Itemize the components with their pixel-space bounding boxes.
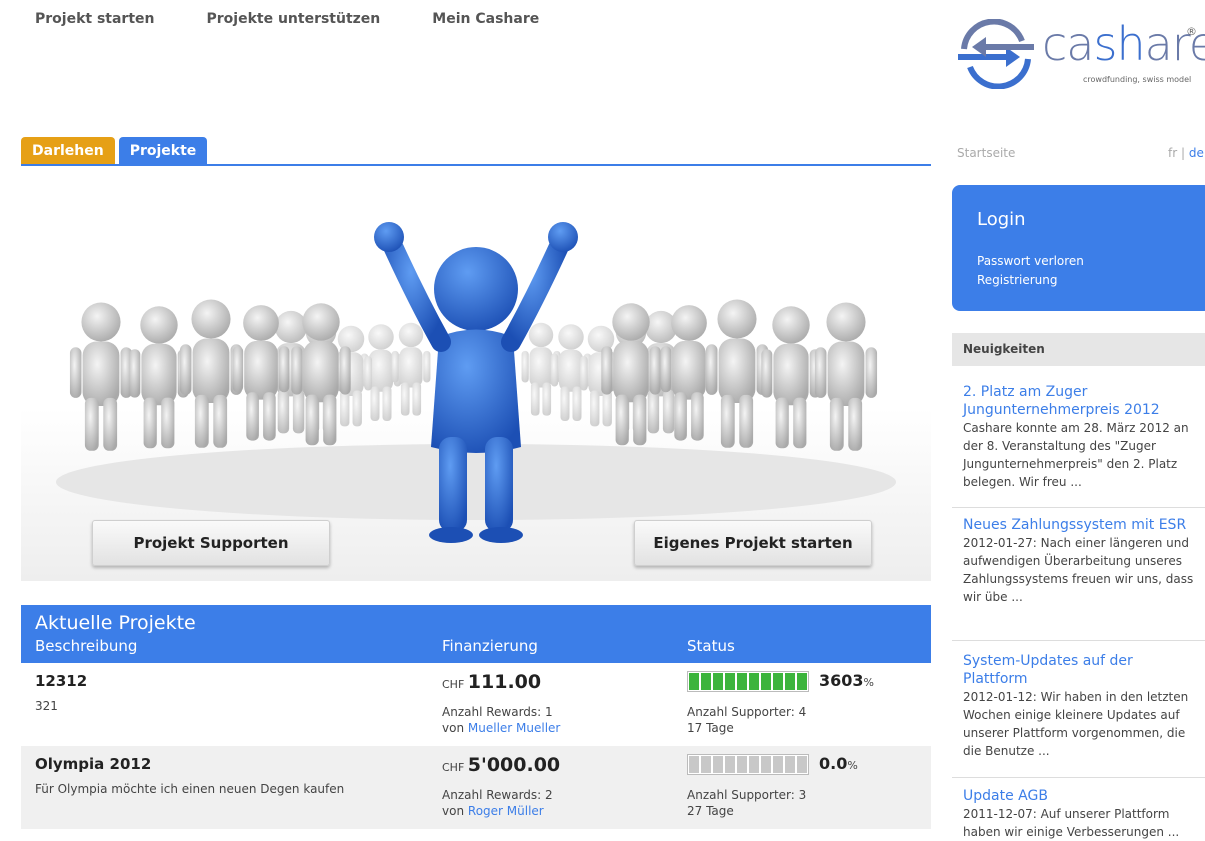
progress-segment: [797, 756, 807, 773]
progress-percent: 3603%: [819, 671, 874, 690]
progress-segment: [773, 673, 783, 690]
project-owner-link[interactable]: Roger Müller: [468, 804, 544, 818]
supporters-count: Anzahl Supporter: 3: [687, 788, 807, 802]
table-row[interactable]: 12312 321 CHF 111.00 Anzahl Rewards: 1 v…: [21, 663, 931, 746]
language-switcher: fr | de: [1168, 146, 1204, 160]
project-description: Für Olympia möchte ich einen neuen Degen…: [35, 782, 345, 796]
progress-bar: [687, 671, 809, 692]
rewards-info: Anzahl Rewards: 1 von Mueller Mueller: [442, 704, 560, 736]
forgot-password-link[interactable]: Passwort verloren: [977, 254, 1084, 268]
news-item: System-Updates auf der Plattform 2012-01…: [963, 652, 1205, 760]
tab-underline: [21, 164, 931, 166]
progress-segment: [701, 756, 711, 773]
news-header: Neuigkeiten: [952, 333, 1205, 366]
supporters-info: Anzahl Supporter: 4 17 Tage: [687, 704, 806, 736]
tab-darlehen[interactable]: Darlehen: [21, 137, 115, 165]
progress-segment: [713, 756, 723, 773]
progress-segment: [725, 756, 735, 773]
by-prefix: von: [442, 721, 465, 735]
lang-separator: |: [1177, 146, 1189, 160]
news-item: Neues Zahlungssystem mit ESR 2012-01-27:…: [963, 516, 1205, 606]
news-title-link[interactable]: Neues Zahlungssystem mit ESR: [963, 516, 1193, 534]
top-nav: Projekt starten Projekte unterstützen Me…: [35, 11, 539, 27]
progress-segment: [737, 756, 747, 773]
progress-segment: [761, 756, 771, 773]
nav-projekt-starten[interactable]: Projekt starten: [35, 11, 155, 27]
nav-projekte-unterstuetzen[interactable]: Projekte unterstützen: [207, 11, 381, 27]
rewards-count: Anzahl Rewards: 2: [442, 788, 553, 802]
news-body: 2012-01-27: Nach einer längeren und aufw…: [963, 536, 1194, 604]
rewards-info: Anzahl Rewards: 2 von Roger Müller: [442, 787, 553, 819]
progress-bar: [687, 754, 809, 775]
progress-segment: [701, 673, 711, 690]
login-box: Login Passwort verloren Registrierung: [952, 185, 1205, 311]
breadcrumb[interactable]: Startseite: [957, 146, 1015, 160]
supporters-info: Anzahl Supporter: 3 27 Tage: [687, 787, 806, 819]
supporters-count: Anzahl Supporter: 4: [687, 705, 807, 719]
progress-segment: [725, 673, 735, 690]
register-link[interactable]: Registrierung: [977, 273, 1058, 287]
progress-segment: [737, 673, 747, 690]
news-divider: [952, 507, 1205, 508]
table-row[interactable]: Olympia 2012 Für Olympia möchte ich eine…: [21, 746, 931, 829]
progress-segment: [749, 756, 759, 773]
project-description: 321: [35, 699, 58, 713]
lang-fr[interactable]: fr: [1168, 146, 1177, 160]
login-link[interactable]: Login: [977, 209, 1026, 230]
column-status: Status: [687, 637, 735, 655]
hero-banner: Projekt Supporten Eigenes Projekt starte…: [21, 197, 931, 581]
project-owner-link[interactable]: Mueller Mueller: [468, 721, 560, 735]
progress-segment: [797, 673, 807, 690]
days-left: 17 Tage: [687, 721, 734, 735]
progress-segment: [785, 756, 795, 773]
section-tabs: Darlehen Projekte: [21, 137, 208, 165]
funding-amount: CHF 111.00: [442, 671, 542, 693]
progress-segment: [689, 673, 699, 690]
logo-wordmark: cashare: [1042, 17, 1205, 71]
exchange-arrows-icon: [958, 19, 1034, 89]
cashare-logo[interactable]: cashare ® crowdfunding, swiss model: [952, 17, 1205, 103]
news-body: 2011-12-07: Auf unserer Plattform haben …: [963, 807, 1180, 839]
progress-segment: [785, 673, 795, 690]
funding-amount: CHF 5'000.00: [442, 754, 561, 776]
project-name[interactable]: Olympia 2012: [35, 755, 151, 773]
news-divider: [952, 640, 1205, 641]
progress-segment: [713, 673, 723, 690]
project-name[interactable]: 12312: [35, 672, 87, 690]
eigenes-projekt-starten-button[interactable]: Eigenes Projekt starten: [634, 520, 872, 566]
news-item: 2. Platz am Zuger Jungunternehmerpreis 2…: [963, 383, 1205, 491]
progress-segment: [689, 756, 699, 773]
news-title-link[interactable]: 2. Platz am Zuger Jungunternehmerpreis 2…: [963, 383, 1205, 419]
rewards-count: Anzahl Rewards: 1: [442, 705, 553, 719]
column-beschreibung: Beschreibung: [35, 637, 138, 655]
projekt-supporten-button[interactable]: Projekt Supporten: [92, 520, 330, 566]
by-prefix: von: [442, 804, 465, 818]
registered-mark: ®: [1186, 25, 1197, 38]
progress-segment: [773, 756, 783, 773]
projects-title: Aktuelle Projekte: [35, 612, 196, 634]
news-body: Cashare konnte am 28. März 2012 an der 8…: [963, 421, 1189, 489]
progress-segment: [761, 673, 771, 690]
news-body: 2012-01-12: Wir haben in den letzten Woc…: [963, 690, 1189, 758]
days-left: 27 Tage: [687, 804, 734, 818]
news-title-link[interactable]: System-Updates auf der Plattform: [963, 652, 1193, 688]
news-item: Update AGB 2011-12-07: Auf unserer Platt…: [963, 787, 1205, 841]
lang-de[interactable]: de: [1189, 146, 1204, 160]
tab-projekte[interactable]: Projekte: [118, 137, 208, 165]
progress-segment: [749, 673, 759, 690]
news-title-link[interactable]: Update AGB: [963, 787, 1205, 805]
nav-mein-cashare[interactable]: Mein Cashare: [432, 11, 539, 27]
logo-tagline: crowdfunding, swiss model: [1083, 75, 1192, 84]
progress-percent: 0.0%: [819, 754, 858, 773]
projects-header: Aktuelle Projekte Beschreibung Finanzier…: [21, 605, 931, 663]
news-divider: [952, 777, 1205, 778]
column-finanzierung: Finanzierung: [442, 637, 538, 655]
